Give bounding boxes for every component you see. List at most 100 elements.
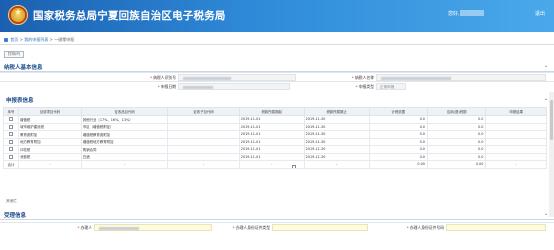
breadcrumb-separator: > <box>19 37 23 42</box>
cell: 教育费附加 <box>18 130 82 139</box>
cell: 0.0 <box>426 137 487 146</box>
handler-id-type-select[interactable] <box>272 224 368 231</box>
cell <box>167 137 240 146</box>
cell: 0.0 <box>368 137 428 146</box>
column-header: 申报结果 <box>485 107 547 116</box>
cell <box>167 122 240 131</box>
handler-id-field[interactable] <box>446 224 546 231</box>
cell: - <box>238 160 305 169</box>
breadcrumb-current: 一键零申报 <box>54 37 75 42</box>
print-button[interactable]: 打印(P) <box>4 51 24 58</box>
cell: 0.0 <box>426 130 487 139</box>
row-checkbox[interactable] <box>9 154 14 159</box>
cell: 增值税教育费附加 <box>80 130 169 139</box>
cell: - <box>303 160 370 169</box>
declaration-type-label: * 申报类型 <box>355 84 374 89</box>
breadcrumb-declaration-list[interactable]: 我的申报列表 <box>24 37 48 42</box>
user-name <box>460 10 484 16</box>
cell: 印花税 <box>18 145 82 154</box>
cell: 0.0 <box>368 145 428 154</box>
collapse-icon[interactable]: ⌄ <box>544 96 548 102</box>
cell: 其他行业（17%、16%、13%） <box>80 115 169 124</box>
cell: 2019-11-30 <box>303 122 370 131</box>
home-icon <box>4 38 8 42</box>
cell: 2019-11-01 <box>238 122 305 131</box>
cell: - <box>18 160 82 169</box>
declaration-table: 序号 征收项目代码 征收品目代码 征收子目代码 税款所属期起 税款所属期止 计税… <box>2 107 547 169</box>
cell: 0.0 <box>368 130 428 139</box>
table-row: 教育费附加 增值税教育费附加 2019-11-01 2019-11-30 0.0… <box>2 130 547 139</box>
cell <box>485 152 547 161</box>
user-greeting: 您好, <box>448 11 460 17</box>
cell: 增值税 <box>18 115 82 124</box>
cell <box>167 145 240 154</box>
cell: 消费税 <box>18 152 82 161</box>
info-row: * 办理人 * 办理人身份证件类型 * 办理人身份证件号码 <box>0 222 554 231</box>
column-header: 征收品目代码 <box>80 107 169 116</box>
handler-label: * 办理人 <box>77 225 92 230</box>
cell: 2019-11-01 <box>238 137 305 146</box>
cell: 2019-11-30 <box>303 115 370 124</box>
breadcrumb-separator: > <box>49 37 53 42</box>
cell: 增值税地方教育附加 <box>80 137 169 146</box>
cell: 2019-11-01 <box>238 130 305 139</box>
tax-emblem-icon <box>8 5 28 25</box>
cell: 2019-11-01 <box>238 115 305 124</box>
taxpayer-id-field <box>178 74 296 81</box>
cell: 2019-11-01 <box>238 145 305 154</box>
cell: 0.0 <box>426 122 487 131</box>
column-header: 征收子目代码 <box>167 107 240 116</box>
declaration-type-field[interactable]: 正常申报 <box>376 83 406 90</box>
section-title-acceptance: 受理信息 <box>4 213 27 219</box>
table-row: 印花税 购销合同 2019-11-01 2019-11-30 0.0 0.0 <box>2 145 547 154</box>
total-basis: 0.00 <box>368 160 428 169</box>
row-checkbox[interactable] <box>9 124 14 129</box>
period-field[interactable] <box>178 83 290 90</box>
cell <box>167 152 240 161</box>
column-header: 税款所属期止 <box>303 107 370 116</box>
row-checkbox[interactable] <box>9 117 14 122</box>
site-title: 国家税务总局宁夏回族自治区电子税务局 <box>33 10 226 22</box>
breadcrumb-home[interactable]: 首页 <box>10 37 18 42</box>
taxpayer-name-field <box>376 74 546 81</box>
scrollbar-thumb[interactable] <box>550 100 553 140</box>
cell: 0.0 <box>426 152 487 161</box>
cell <box>167 130 240 139</box>
cell: 城市维护建设税 <box>18 122 82 131</box>
divider <box>0 44 554 45</box>
cell: 2019-11-30 <box>303 137 370 146</box>
total-label: 合计 <box>2 160 20 169</box>
collapse-icon[interactable]: ⌄ <box>544 211 548 217</box>
column-header: 税款所属期起 <box>238 107 305 116</box>
header-banner: 国家税务总局宁夏回族自治区电子税务局 您好, 退出 <box>0 0 554 32</box>
collapse-icon[interactable]: ⌄ <box>544 63 548 69</box>
cell <box>485 130 547 139</box>
column-header: 序号 <box>2 107 20 116</box>
cell: - <box>167 160 240 169</box>
breadcrumb: 首页 > 我的申报列表 > 一键零申报 <box>4 37 74 43</box>
row-checkbox[interactable] <box>9 147 14 152</box>
cell: 白酒 <box>80 152 169 161</box>
section-title-declaration: 申报表信息 <box>6 98 34 104</box>
handler-field[interactable] <box>94 224 212 231</box>
cell: 2019-11-30 <box>303 130 370 139</box>
divider <box>0 219 554 220</box>
total-tax: 0.00 <box>426 160 487 169</box>
table-row: 城市维护建设税 市区（增值税附征） 2019-11-01 2019-11-30 … <box>2 122 547 131</box>
logout-link[interactable]: 退出 <box>535 10 545 17</box>
row-checkbox[interactable] <box>9 139 14 144</box>
cell: 0.0 <box>426 115 487 124</box>
row-checkbox[interactable] <box>9 132 14 137</box>
cell: 地方教育附加 <box>18 137 82 146</box>
cell: - <box>485 160 547 169</box>
cell: 0.0 <box>368 115 428 124</box>
cell: 购销合同 <box>80 145 169 154</box>
cell: 市区（增值税附征） <box>80 122 169 131</box>
table-row: 消费税 白酒 2019-11-01 2019-11-30 0.0 0.0 <box>2 152 547 161</box>
cell <box>485 122 547 131</box>
cell: 0.0 <box>368 122 428 131</box>
info-row: * 纳税人识别号 * 纳税人名称 <box>0 72 554 81</box>
cell <box>167 115 240 124</box>
section-title-taxpayer: 纳税人基本信息 <box>4 65 43 71</box>
total-row: 合计 - - - - - 0.00 0.00 - <box>2 160 547 169</box>
